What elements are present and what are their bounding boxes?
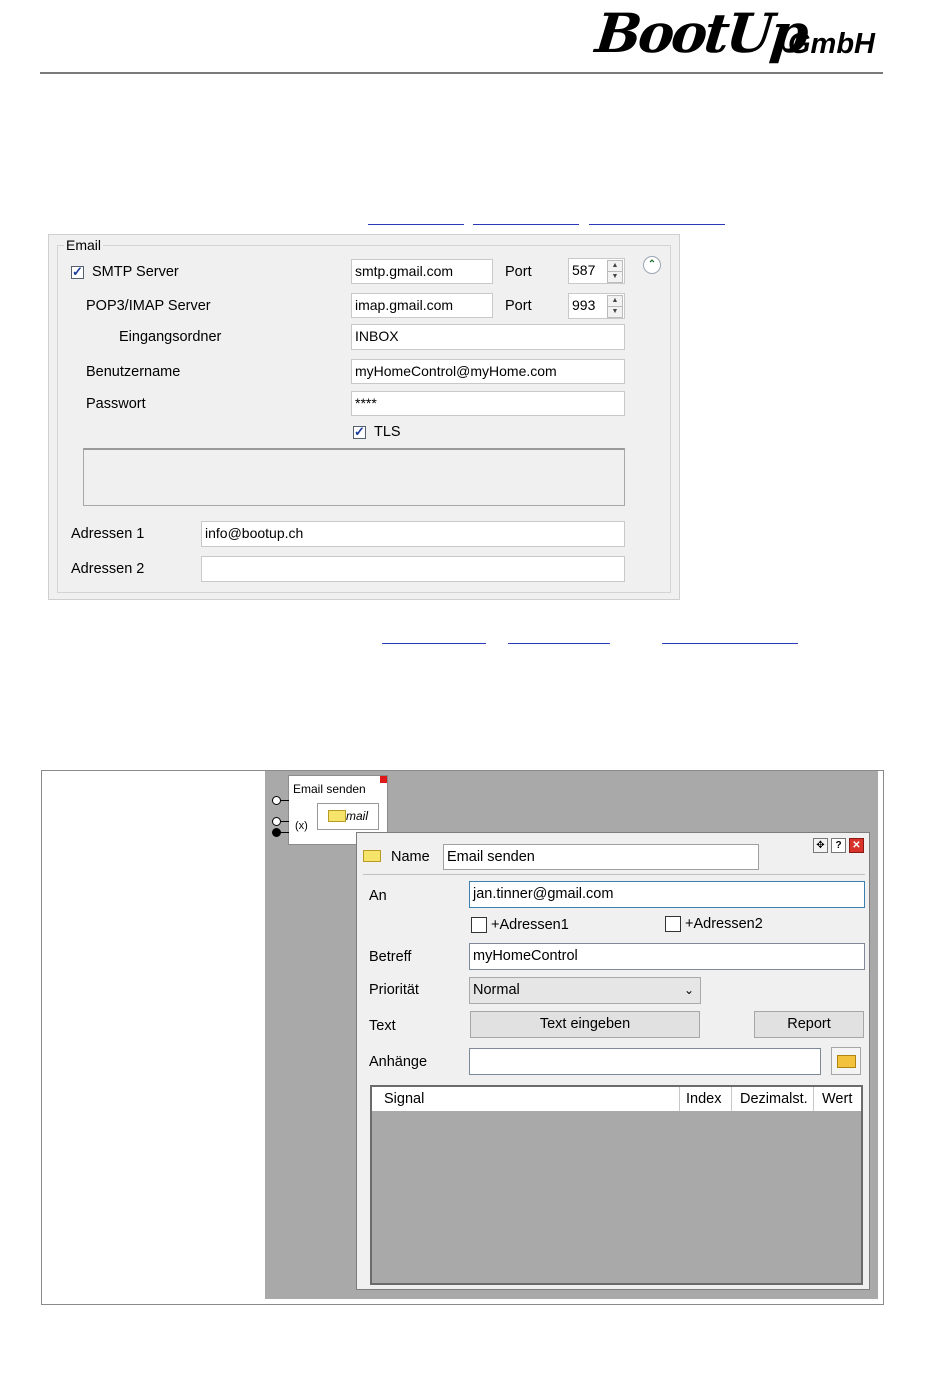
addresses2-checkbox[interactable] [665,916,681,932]
to-input[interactable]: jan.tinner@gmail.com [469,881,865,908]
envelope-icon [328,810,346,822]
priority-dropdown[interactable]: Normal ⌄ [469,977,701,1004]
pop-port-spinner[interactable]: 993 ▲ ▼ [568,293,625,319]
folder-icon [837,1055,856,1068]
close-icon[interactable]: ✕ [849,838,864,853]
username-input[interactable]: myHomeControl@myHome.com [351,359,625,384]
info-textarea[interactable] [83,448,625,506]
dialog-divider [363,874,865,875]
pin-line [281,800,289,801]
signal-table[interactable]: Signal Index Dezimalst. Wert [370,1085,863,1285]
smtp-port-spinner[interactable]: 587 ▲ ▼ [568,258,625,284]
email-settings-panel: Email SMTP Server smtp.gmail.com Port 58… [48,234,680,600]
pin-line [281,832,289,833]
block-icon-text: mail [346,809,369,823]
inbox-input[interactable]: INBOX [351,324,625,350]
hyperlink-underline [589,224,725,225]
block-error-marker [380,776,387,783]
name-input[interactable]: Email senden [443,844,759,870]
column-header-index[interactable]: Index [680,1087,732,1111]
smtp-checkbox[interactable] [71,264,84,280]
addresses2-label: Adressen 2 [71,561,145,577]
properties-dialog: Name Email senden ✥ ? ✕ An jan.tinner@gm… [356,832,870,1290]
addresses1-input[interactable]: info@bootup.ch [201,521,625,547]
hyperlink-underline [508,643,610,644]
subject-input[interactable]: myHomeControl [469,943,865,970]
pin-line [281,821,289,822]
priority-selected: Normal [473,982,520,998]
block-icon-frame: mail [317,803,379,830]
move-icon[interactable]: ✥ [813,838,828,853]
attachments-label: Anhänge [369,1054,428,1070]
spin-down-icon[interactable]: ▼ [607,306,623,318]
priority-label: Priorität [369,982,419,998]
smtp-server-input[interactable]: smtp.gmail.com [351,259,493,284]
spin-down-icon[interactable]: ▼ [607,271,623,283]
name-label: Name [391,849,430,865]
column-header-decimals[interactable]: Dezimalst. [732,1087,814,1111]
pop-port-value: 993 [572,297,596,313]
text-label: Text [369,1018,396,1034]
addresses2-input[interactable] [201,556,625,582]
attachments-input[interactable] [469,1048,821,1075]
tls-label: TLS [374,424,401,440]
collapse-icon[interactable]: ⌃ [643,256,661,274]
enter-text-button[interactable]: Text eingeben [470,1011,700,1038]
email-group-title: Email [64,236,104,254]
smtp-port-label: Port [505,264,532,280]
envelope-icon [363,850,381,862]
input-pin-filled[interactable] [272,828,281,837]
password-label: Passwort [86,396,146,412]
inbox-label: Eingangsordner [119,329,222,345]
tls-checkbox[interactable] [353,424,366,440]
column-header-signal[interactable]: Signal [372,1087,680,1111]
company-logo: BootUp [592,1,809,65]
addresses1-label: Adressen 1 [71,526,145,542]
pop-imap-label: POP3/IMAP Server [86,298,211,314]
to-label: An [369,888,387,904]
username-label: Benutzername [86,364,181,380]
report-button[interactable]: Report [754,1011,864,1038]
pop-port-label: Port [505,298,532,314]
block-port-label: (x) [295,820,308,832]
smtp-label: SMTP Server [92,264,179,280]
pop-imap-server-input[interactable]: imap.gmail.com [351,293,493,318]
open-folder-button[interactable] [831,1047,861,1075]
header-divider [40,72,883,74]
help-icon[interactable]: ? [831,838,846,853]
addresses1-checkbox[interactable] [471,917,487,933]
addresses1-option-label: +Adressen1 [491,917,569,933]
hyperlink-underline [382,643,486,644]
input-pin-open[interactable] [272,817,281,826]
input-pin-open[interactable] [272,796,281,805]
column-header-value[interactable]: Wert [814,1087,861,1111]
smtp-port-value: 587 [572,262,596,278]
hyperlink-underline [368,224,464,225]
company-logo-suffix: GmbH [788,28,875,60]
hyperlink-underline [473,224,579,225]
subject-label: Betreff [369,949,412,965]
password-input[interactable]: **** [351,391,625,416]
chevron-down-icon: ⌄ [683,983,694,997]
block-title: Email senden [293,782,366,796]
hyperlink-underline [662,643,798,644]
addresses2-option-label: +Adressen2 [685,916,763,932]
